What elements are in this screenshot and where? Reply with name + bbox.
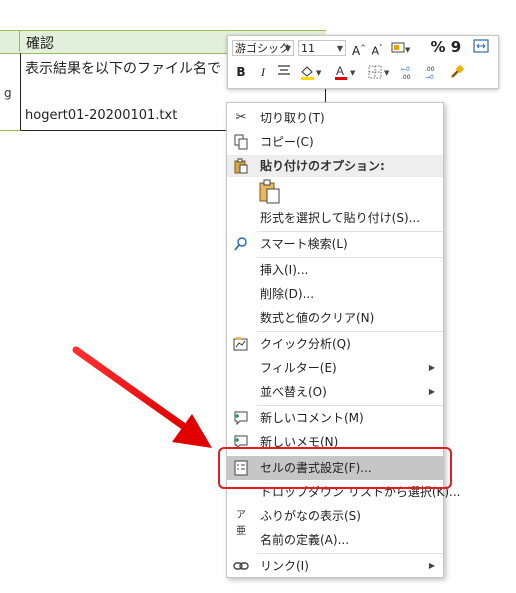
number-format-icon[interactable]: ▼ — [390, 40, 412, 58]
font-size-select[interactable]: 11 ▼ — [298, 40, 346, 56]
align-center-icon[interactable] — [276, 64, 292, 80]
comment-icon — [233, 410, 249, 426]
menu-item-label: 並べ替え(O) — [260, 385, 327, 399]
menu-item-label: 新しいコメント(M) — [260, 411, 364, 425]
menu-item-filter[interactable]: フィルター(E) ▶ — [227, 356, 443, 380]
menu-item-define-name[interactable]: 名前の定義(A)... — [227, 528, 443, 552]
font-color-icon[interactable]: A ▼ — [332, 64, 358, 84]
format-painter-icon[interactable] — [448, 64, 466, 84]
menu-item-sort[interactable]: 並べ替え(O) ▶ — [227, 380, 443, 404]
menu-item-label: リンク(I) — [260, 559, 309, 573]
menu-item-delete[interactable]: 削除(D)... — [227, 282, 443, 306]
svg-text:▼: ▼ — [405, 46, 411, 54]
svg-text:.00: .00 — [425, 66, 435, 73]
context-menu: ✂ 切り取り(T) コピー(C) 貼り付けのオプション: 形式を選択して貼り付け… — [226, 102, 461, 578]
menu-item-cut[interactable]: ✂ 切り取り(T) — [227, 106, 443, 130]
percent-style-button[interactable]: % — [430, 39, 446, 55]
comma-style-button[interactable]: 9 — [450, 39, 462, 55]
svg-text:←0: ←0 — [401, 66, 410, 73]
cell-text-line1: 表示結果を以下のファイル名で — [25, 61, 221, 77]
header-cell-label[interactable]: 確認 — [26, 33, 54, 53]
decrease-font-icon[interactable]: A˅ — [370, 40, 384, 60]
svg-text:.00: .00 — [401, 74, 411, 80]
menu-item-label: 形式を選択して貼り付け(S)... — [260, 211, 421, 225]
paste-button[interactable] — [259, 179, 281, 205]
borders-icon[interactable]: ▼ — [366, 64, 392, 84]
increase-decimal-icon[interactable]: ←0.00 — [400, 64, 420, 84]
fill-color-icon[interactable]: ▼ — [298, 64, 324, 84]
cell-left-text: g — [4, 86, 12, 100]
menu-item-label: 名前の定義(A)... — [260, 533, 350, 547]
menu-item-new-comment[interactable]: 新しいコメント(M) — [227, 406, 443, 430]
menu-item-label: 挿入(I)... — [260, 263, 309, 277]
menu-item-clear[interactable]: 数式と値のクリア(N) — [227, 306, 443, 330]
chevron-right-icon: ▶ — [428, 387, 435, 396]
menu-item-label: ふりがなの表示(S) — [260, 509, 361, 523]
quick-analysis-icon — [233, 336, 249, 352]
menu-item-label: スマート検索(L) — [260, 237, 348, 251]
font-size-value: 11 — [301, 42, 315, 55]
paste-icon — [233, 158, 249, 178]
menu-item-smart-lookup[interactable]: スマート検索(L) — [227, 232, 443, 256]
menu-item-insert[interactable]: 挿入(I)... — [227, 258, 443, 282]
menu-item-label: コピー(C) — [260, 135, 314, 149]
mini-toolbar: 游ゴシック ▼ 11 ▼ A^ A˅ ▼ % 9 B I ▼ A ▼ ▼ ←0.0… — [227, 35, 499, 89]
menu-item-label: クイック分析(Q) — [260, 337, 351, 351]
section-label: 貼り付けのオプション: — [260, 159, 385, 173]
menu-item-quick-analysis[interactable]: クイック分析(Q) — [227, 332, 443, 356]
menu-item-label: 数式と値のクリア(N) — [260, 311, 375, 325]
search-icon — [233, 236, 249, 252]
highlight-box — [218, 447, 452, 489]
increase-font-icon[interactable]: A^ — [352, 40, 366, 59]
svg-text:▼: ▼ — [384, 69, 390, 77]
menu-item-copy[interactable]: コピー(C) — [227, 130, 443, 154]
scissors-icon: ✂ — [235, 110, 247, 125]
svg-text:A: A — [336, 64, 344, 78]
menu-item-label: 削除(D)... — [260, 287, 315, 301]
menu-item-label: フィルター(E) — [260, 361, 337, 375]
link-icon — [233, 558, 249, 574]
header-cell-left[interactable] — [0, 30, 20, 52]
chevron-right-icon: ▶ — [428, 363, 435, 372]
font-name-select[interactable]: 游ゴシック ▼ — [232, 40, 294, 56]
bold-button[interactable]: B — [234, 64, 248, 80]
svg-text:→0: →0 — [425, 74, 434, 80]
svg-text:▼: ▼ — [316, 69, 322, 77]
chevron-down-icon: ▼ — [284, 44, 291, 53]
font-name-value: 游ゴシック — [235, 42, 290, 55]
phonetic-icon: ア亜 — [236, 510, 246, 537]
cell-text-line2: hogert01-20200101.txt — [25, 108, 178, 123]
paste-options-header: 貼り付けのオプション: — [227, 155, 443, 177]
menu-item-link[interactable]: リンク(I) ▶ — [227, 554, 443, 578]
menu-item-phonetic[interactable]: ア亜 ふりがなの表示(S) — [227, 504, 443, 537]
svg-text:▼: ▼ — [350, 69, 356, 77]
menu-item-label: 切り取り(T) — [260, 111, 325, 125]
chevron-right-icon: ▶ — [428, 561, 435, 570]
chevron-down-icon: ▼ — [336, 44, 343, 53]
decrease-decimal-icon[interactable]: .00 →0 — [424, 64, 444, 84]
italic-button[interactable]: I — [256, 64, 270, 80]
copy-icon — [233, 134, 249, 150]
menu-item-paste-special[interactable]: 形式を選択して貼り付け(S)... — [227, 206, 443, 230]
merge-center-icon[interactable] — [472, 39, 490, 57]
